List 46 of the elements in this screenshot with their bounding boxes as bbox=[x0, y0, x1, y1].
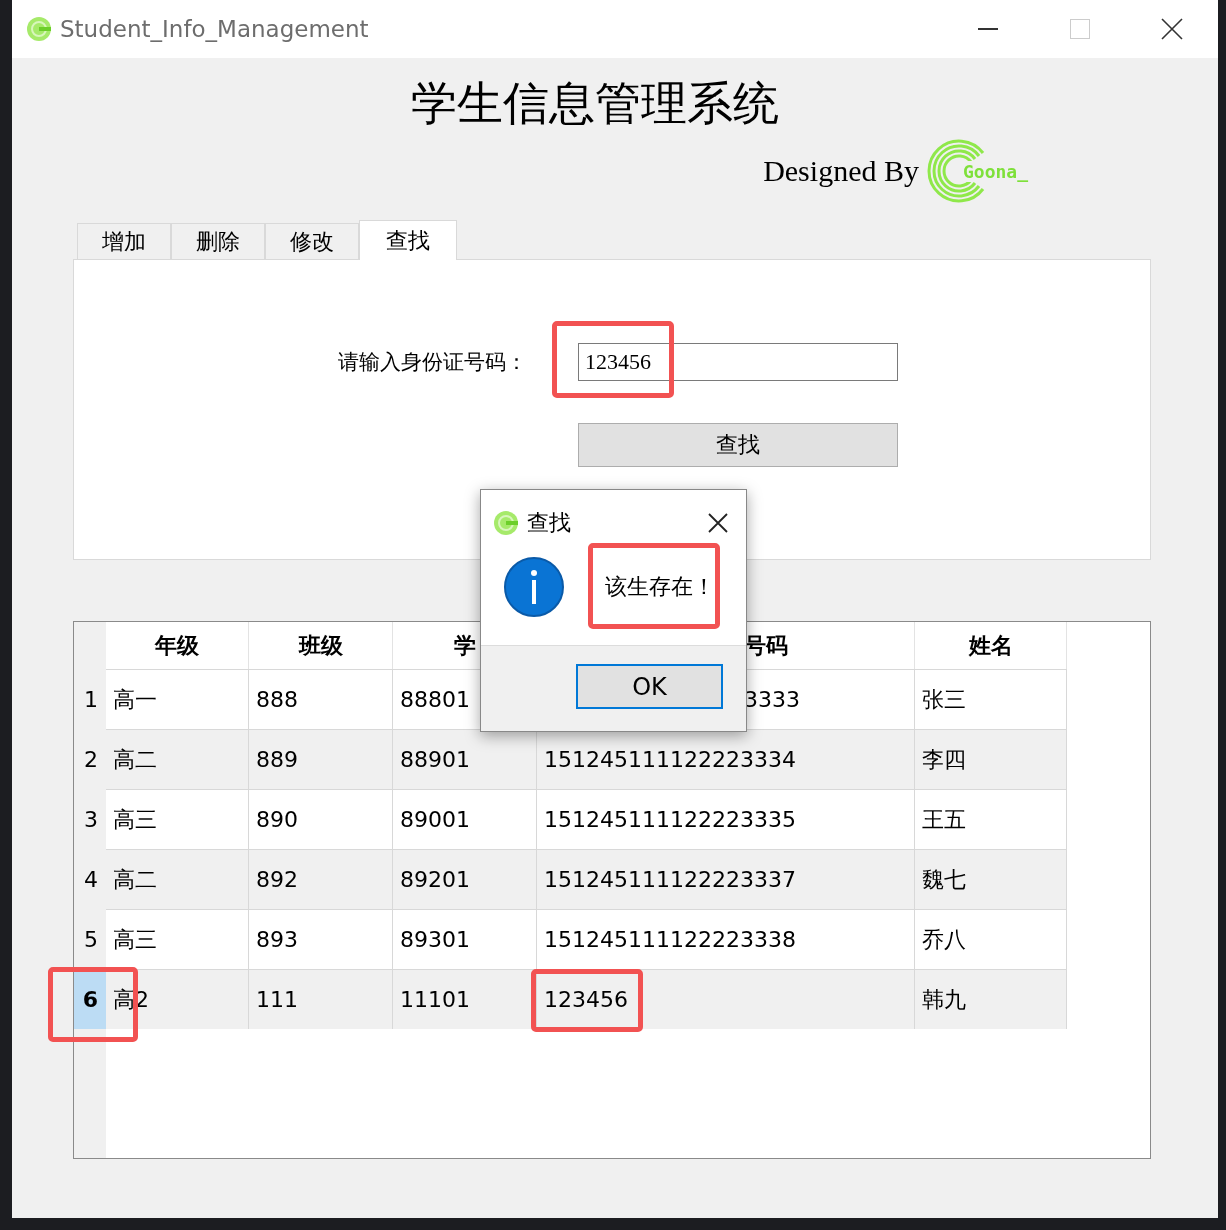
tab[interactable]: 修改 bbox=[265, 223, 359, 259]
table-cell: 888 bbox=[249, 669, 393, 729]
app-icon bbox=[26, 15, 52, 43]
tab[interactable]: 查找 bbox=[359, 220, 457, 260]
table-cell: 89001 bbox=[393, 789, 537, 849]
id-input-field[interactable]: 123456 bbox=[578, 343, 898, 381]
table-cell: 乔八 bbox=[915, 909, 1067, 969]
dialog-title: 查找 bbox=[527, 509, 572, 537]
table-cell: 高三 bbox=[106, 789, 249, 849]
table-cell: 889 bbox=[249, 729, 393, 789]
close-icon[interactable] bbox=[708, 513, 728, 533]
table-cell: 高三 bbox=[106, 909, 249, 969]
table-cell: 11101 bbox=[393, 969, 537, 1029]
logo: Goona_ bbox=[926, 139, 1028, 203]
table-cell: 151245111122223335 bbox=[537, 789, 915, 849]
table-cell: 151245111122223338 bbox=[537, 909, 915, 969]
table-cell: 892 bbox=[249, 849, 393, 909]
table-cell: 魏七 bbox=[915, 849, 1067, 909]
window-title: Student_Info_Management bbox=[60, 16, 370, 42]
table-cell: 88901 bbox=[393, 729, 537, 789]
close-icon[interactable] bbox=[1161, 18, 1183, 40]
table-cell: 韩九 bbox=[915, 969, 1067, 1029]
table-cell: 89201 bbox=[393, 849, 537, 909]
info-icon bbox=[503, 556, 565, 618]
id-label: 请输入身份证号码： bbox=[338, 349, 528, 376]
table-cell: 高二 bbox=[106, 849, 249, 909]
tab[interactable]: 删除 bbox=[171, 223, 265, 259]
row-header[interactable]: 6 bbox=[74, 969, 106, 1029]
app-icon bbox=[493, 509, 519, 537]
table-cell: 151245111122223334 bbox=[537, 729, 915, 789]
find-button[interactable]: 查找 bbox=[578, 423, 898, 467]
table-cell: 李四 bbox=[915, 729, 1067, 789]
table-cell: 151245111122223337 bbox=[537, 849, 915, 909]
credit-text: Designed By bbox=[763, 154, 919, 188]
table-cell: 张三 bbox=[915, 669, 1067, 729]
ok-button[interactable]: OK bbox=[576, 664, 723, 709]
table-cell: 111 bbox=[249, 969, 393, 1029]
table-cell: 890 bbox=[249, 789, 393, 849]
table-cell: 高一 bbox=[106, 669, 249, 729]
table-cell: 89301 bbox=[393, 909, 537, 969]
table-cell: 王五 bbox=[915, 789, 1067, 849]
table-cell: 893 bbox=[249, 909, 393, 969]
table-cell: 高二 bbox=[106, 729, 249, 789]
tab[interactable]: 增加 bbox=[77, 223, 171, 259]
app-heading: 学生信息管理系统 bbox=[410, 77, 780, 131]
dialog-message: 该生存在！ bbox=[605, 573, 715, 601]
